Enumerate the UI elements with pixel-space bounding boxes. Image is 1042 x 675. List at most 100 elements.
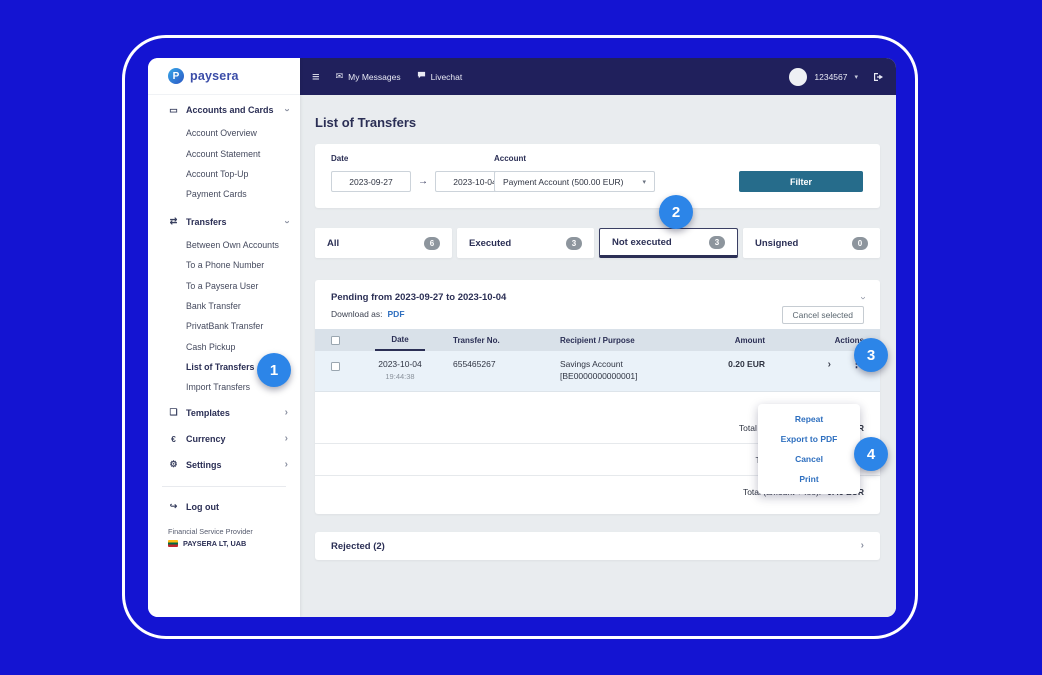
select-all-checkbox[interactable] (331, 336, 340, 345)
tab-all[interactable]: All 6 (315, 228, 452, 258)
chevron-down-icon: › (281, 108, 291, 111)
tab-count-badge: 6 (424, 237, 440, 250)
row-recipient: Savings Account (560, 359, 623, 369)
table-header-row: Date Transfer No. Recipient / Purpose Am… (315, 329, 880, 351)
sidebar: P paysera ▭ Accounts and Cards › Account… (148, 58, 300, 617)
filter-panel: Date Account 2023-09-27 → 2023-10-04 Pay… (315, 144, 880, 208)
chevron-down-icon[interactable]: ▾ (854, 73, 858, 81)
sidebar-group-label: Templates (186, 408, 278, 418)
cancel-selected-button[interactable]: Cancel selected (782, 306, 864, 324)
settings-icon: ⚙ (168, 459, 179, 470)
download-pdf-link[interactable]: PDF (388, 309, 405, 319)
paysera-logo[interactable]: P paysera (148, 58, 300, 95)
collapse-chevron-icon[interactable]: › (857, 296, 867, 299)
sidebar-item-to-a-paysera-user[interactable]: To a Paysera User (148, 275, 300, 295)
livechat-label: Livechat (431, 72, 463, 82)
my-messages-label: My Messages (348, 72, 400, 82)
chevron-right-icon: › (285, 460, 288, 470)
tab-label: Unsigned (755, 238, 798, 249)
menu-item-export-to-pdf[interactable]: Export to PDF (758, 429, 860, 449)
logout-label: Log out (186, 502, 219, 512)
tab-count-badge: 3 (566, 237, 582, 250)
sidebar-item-account-overview[interactable]: Account Overview (148, 123, 300, 143)
row-date: 2023-10-04 (378, 359, 421, 369)
sidebar-item-privatbank-transfer[interactable]: PrivatBank Transfer (148, 316, 300, 336)
date-from-input[interactable]: 2023-09-27 (331, 171, 411, 192)
row-transfer-number: 655465267 (445, 359, 540, 369)
row-recipient-detail: [BE0000000000001] (560, 371, 638, 381)
my-messages-link[interactable]: ✉ My Messages (336, 71, 401, 82)
download-as-label: Download as: (331, 309, 383, 319)
logout-icon: ↪ (168, 501, 179, 512)
livechat-link[interactable]: Livechat (417, 71, 463, 82)
tab-count-badge: 3 (709, 236, 725, 249)
hamburger-menu-icon[interactable]: ≡ (312, 70, 320, 83)
page-title: List of Transfers (315, 115, 880, 130)
tab-label: All (327, 238, 339, 249)
row-checkbox[interactable] (331, 362, 340, 371)
status-tabs: All 6 Executed 3 Not executed 3 Unsigned… (315, 228, 880, 258)
tab-not-executed[interactable]: Not executed 3 (599, 228, 738, 258)
paysera-logo-icon: P (168, 68, 184, 84)
menu-item-print[interactable]: Print (758, 469, 860, 489)
sidebar-logout[interactable]: ↪ Log out (148, 495, 300, 519)
currency-icon: € (168, 434, 179, 444)
row-amount: 0.20 EUR (685, 359, 765, 369)
paysera-logo-text: paysera (190, 69, 239, 83)
sidebar-item-bank-transfer[interactable]: Bank Transfer (148, 296, 300, 316)
pending-section: Pending from 2023-09-27 to 2023-10-04 › … (315, 280, 880, 514)
sidebar-group-transfers[interactable]: ⇄ Transfers › (148, 209, 300, 235)
app-window: ≡ ✉ My Messages Livechat 1234567 ▾ (148, 58, 896, 617)
sidebar-item-account-top-up[interactable]: Account Top-Up (148, 164, 300, 184)
sidebar-group-label: Accounts and Cards (186, 105, 278, 115)
user-id[interactable]: 1234567 (814, 72, 847, 82)
annotation-step-3: 3 (854, 338, 888, 372)
sidebar-item-between-own-accounts[interactable]: Between Own Accounts (148, 235, 300, 255)
sidebar-divider (162, 486, 286, 487)
annotation-step-4: 4 (854, 437, 888, 471)
transfers-icon: ⇄ (168, 216, 179, 227)
sidebar-item-account-statement[interactable]: Account Statement (148, 143, 300, 163)
column-header-amount: Amount (685, 329, 765, 351)
column-header-transfer-no: Transfer No. (445, 329, 540, 351)
envelope-icon: ✉ (336, 71, 344, 82)
sidebar-group-settings[interactable]: ⚙ Settings › (148, 452, 300, 478)
sidebar-item-to-a-phone-number[interactable]: To a Phone Number (148, 255, 300, 275)
row-expand-chevron-icon[interactable]: › (828, 359, 831, 370)
tab-count-badge: 0 (852, 237, 868, 250)
sidebar-group-currency[interactable]: € Currency › (148, 426, 300, 452)
row-actions-menu: Repeat Export to PDF Cancel Print (758, 404, 860, 494)
table-row: 2023-10-04 19:44:38 655465267 Savings Ac… (315, 351, 880, 392)
page-background: ≡ ✉ My Messages Livechat 1234567 ▾ (0, 0, 1042, 675)
provider-label: Financial Service Provider (148, 519, 300, 536)
column-header-date[interactable]: Date (375, 329, 424, 351)
pending-title: Pending from 2023-09-27 to 2023-10-04 (331, 292, 506, 303)
rejected-title: Rejected (2) (331, 541, 385, 552)
avatar[interactable] (789, 68, 807, 86)
date-label: Date (331, 154, 348, 163)
chevron-down-icon: ▾ (642, 178, 646, 186)
sidebar-group-templates[interactable]: ❏ Templates › (148, 400, 300, 426)
annotation-step-2: 2 (659, 195, 693, 229)
sidebar-group-label: Currency (186, 434, 278, 444)
tab-executed[interactable]: Executed 3 (457, 228, 594, 258)
topbar: ≡ ✉ My Messages Livechat 1234567 ▾ (300, 58, 896, 95)
sidebar-group-label: Transfers (186, 217, 278, 227)
main-content: List of Transfers Date Account 2023-09-2… (300, 95, 896, 617)
column-header-recipient: Recipient / Purpose (540, 329, 685, 351)
filter-button[interactable]: Filter (739, 171, 863, 192)
rejected-section[interactable]: Rejected (2) › (315, 532, 880, 560)
account-select[interactable]: Payment Account (500.00 EUR) ▾ (494, 171, 655, 192)
tab-unsigned[interactable]: Unsigned 0 (743, 228, 880, 258)
logout-icon[interactable] (873, 72, 884, 82)
tab-label: Executed (469, 238, 511, 249)
chevron-down-icon: › (281, 220, 291, 223)
expand-chevron-icon: › (861, 541, 864, 551)
menu-item-repeat[interactable]: Repeat (758, 409, 860, 429)
chevron-right-icon: › (285, 408, 288, 418)
account-label: Account (494, 154, 526, 163)
sidebar-item-payment-cards[interactable]: Payment Cards (148, 184, 300, 204)
livechat-icon (417, 71, 426, 82)
menu-item-cancel[interactable]: Cancel (758, 449, 860, 469)
sidebar-group-accounts-and-cards[interactable]: ▭ Accounts and Cards › (148, 97, 300, 123)
